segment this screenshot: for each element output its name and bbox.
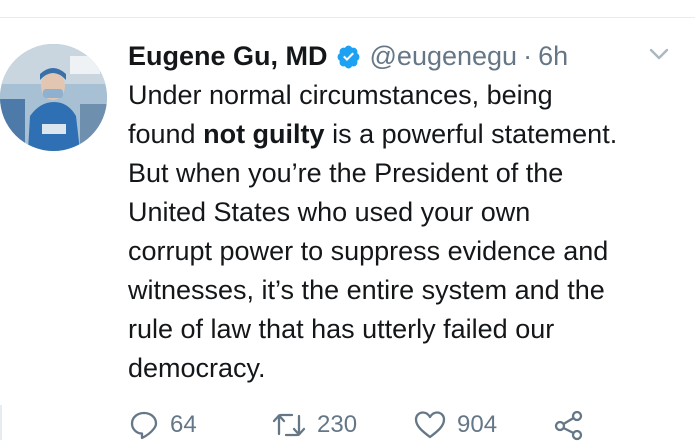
tweet-text: Under normal circumstances, being found … bbox=[128, 76, 688, 388]
like-count: 904 bbox=[457, 411, 498, 438]
like-button[interactable]: 904 bbox=[413, 405, 497, 445]
avatar[interactable] bbox=[0, 44, 107, 151]
tweet-line: democracy. bbox=[128, 353, 266, 383]
tweet-line: witnesses, it’s the entire system and th… bbox=[128, 275, 605, 305]
tweet-line: rule of law that has utterly failed our bbox=[128, 314, 555, 344]
tweet-line: United States who used your own bbox=[128, 197, 531, 227]
retweet-count: 230 bbox=[317, 411, 358, 438]
top-divider bbox=[0, 17, 695, 18]
avatar-photo bbox=[0, 44, 107, 151]
tweet-line: But when you’re the President of the bbox=[128, 158, 564, 188]
tweet-line: Under normal circumstances, being bbox=[128, 80, 553, 110]
reply-button[interactable]: 64 bbox=[128, 405, 197, 445]
heart-icon bbox=[413, 409, 447, 441]
retweet-button[interactable]: 230 bbox=[271, 405, 357, 445]
separator-dot: · bbox=[523, 40, 533, 71]
share-button[interactable] bbox=[553, 405, 585, 445]
edge-divider bbox=[0, 405, 2, 440]
tweet-header: Eugene Gu, MD @eugenegu · 6h bbox=[128, 40, 568, 72]
author-handle[interactable]: @eugenegu bbox=[370, 41, 518, 72]
reply-icon bbox=[128, 409, 160, 441]
retweet-icon bbox=[271, 409, 307, 441]
tweet-actions: 64 230 904 bbox=[128, 405, 648, 445]
share-icon bbox=[553, 409, 585, 441]
chevron-down-icon[interactable] bbox=[648, 46, 670, 62]
tweet-line: found not guilty is a powerful statement… bbox=[128, 119, 618, 149]
author-name[interactable]: Eugene Gu, MD bbox=[128, 41, 328, 72]
reply-count: 64 bbox=[170, 411, 197, 438]
tweet-line: corrupt power to suppress evidence and bbox=[128, 236, 609, 266]
bold-phrase: not guilty bbox=[203, 119, 325, 149]
tweet-timestamp[interactable]: 6h bbox=[538, 41, 568, 72]
verified-badge-icon bbox=[336, 44, 361, 69]
